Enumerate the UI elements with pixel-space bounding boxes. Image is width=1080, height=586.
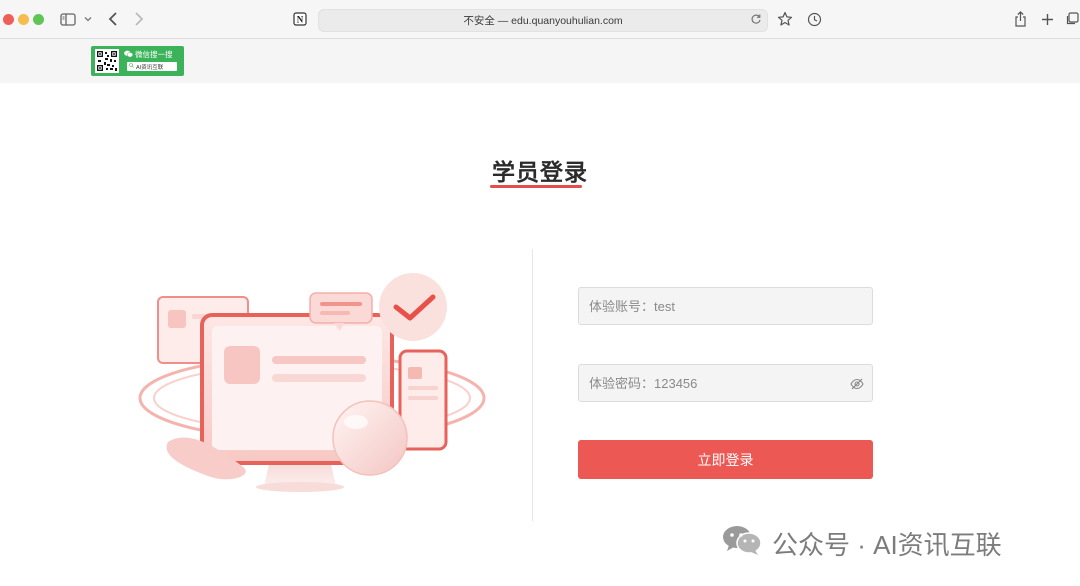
account-field[interactable] [578, 287, 873, 325]
wechat-icon [722, 524, 762, 563]
star-icon[interactable] [775, 8, 795, 30]
vertical-divider [532, 249, 533, 521]
account-input[interactable] [579, 288, 872, 324]
svg-text:N: N [297, 15, 304, 25]
close-window-button[interactable] [3, 14, 14, 25]
chevron-down-icon[interactable] [82, 8, 94, 30]
tabs-overview-icon[interactable] [1063, 8, 1080, 30]
sidebar-icon[interactable] [58, 8, 78, 30]
history-icon[interactable] [804, 8, 824, 30]
reload-icon[interactable] [750, 13, 762, 28]
notion-icon[interactable]: N [292, 8, 308, 30]
new-tab-icon[interactable] [1038, 8, 1056, 30]
watermark: 公众号 · AI资讯互联 [722, 525, 1002, 561]
address-text: 不安全 — edu.quanyouhulian.com [463, 15, 623, 27]
wechat-search-box[interactable]: AI资讯互联 [127, 62, 177, 71]
login-illustration [130, 270, 492, 495]
password-input[interactable] [579, 365, 872, 401]
wechat-label-row: 微信搜一搜 [124, 49, 173, 60]
forward-icon[interactable] [130, 8, 148, 30]
eye-slash-icon[interactable] [850, 377, 864, 395]
browser-toolbar: N 不安全 — edu.quanyouhulian.com [0, 0, 1080, 39]
back-icon[interactable] [104, 8, 122, 30]
page-title: 学员登录 [492, 159, 588, 185]
watermark-text: 公众号 · AI资讯互联 [772, 529, 1002, 560]
search-icon [129, 63, 134, 70]
wechat-search-badge[interactable]: 微信搜一搜 AI资讯互联 [91, 46, 184, 76]
password-field[interactable] [578, 364, 873, 402]
wechat-label: 微信搜一搜 [135, 50, 173, 59]
address-bar[interactable]: 不安全 — edu.quanyouhulian.com [318, 9, 768, 32]
title-underline [490, 185, 582, 188]
minimize-window-button[interactable] [18, 14, 29, 25]
qr-code-image [95, 49, 119, 73]
wechat-icon [124, 50, 134, 60]
wechat-search-text: AI资讯互联 [136, 64, 164, 71]
zoom-window-button[interactable] [33, 14, 44, 25]
login-button[interactable]: 立即登录 [578, 440, 873, 479]
share-icon[interactable] [1011, 8, 1029, 30]
